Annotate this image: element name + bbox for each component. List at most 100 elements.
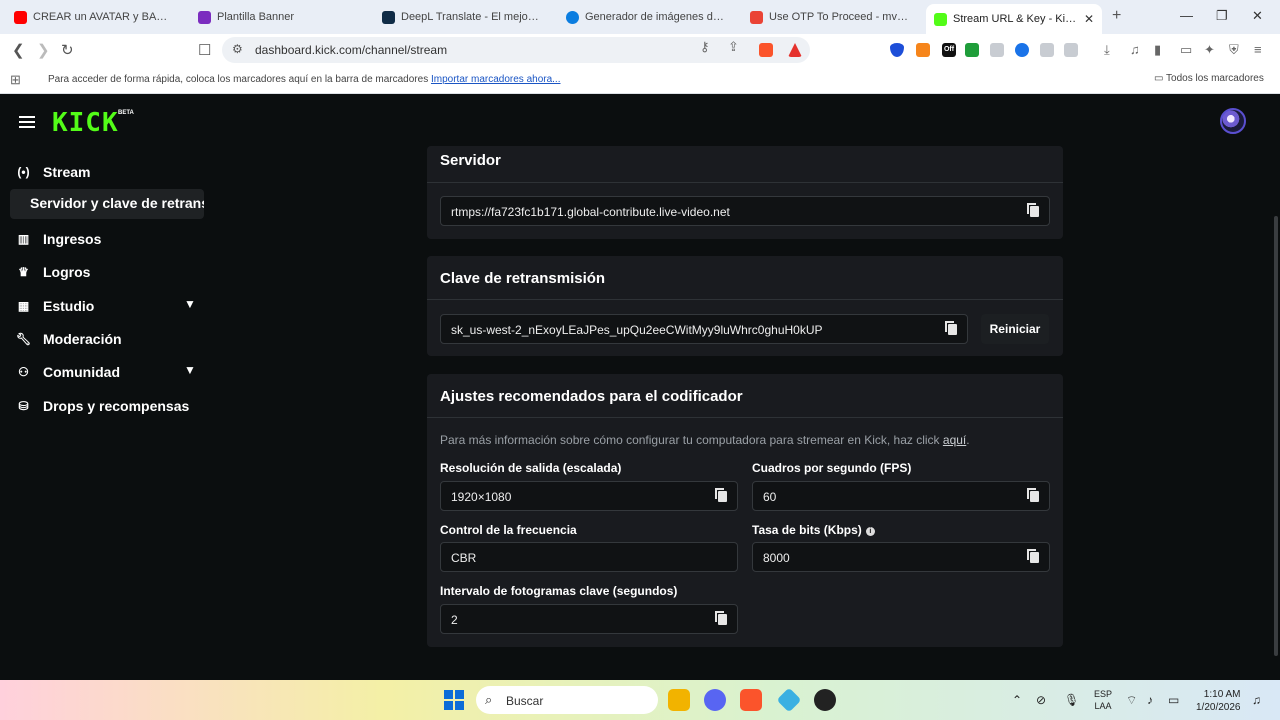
screenshot-icon[interactable] xyxy=(1064,43,1078,57)
kick-logo[interactable]: KICK xyxy=(52,108,119,138)
clock[interactable]: 1:10 AM 1/20/2026 xyxy=(1196,688,1241,714)
color-extension-icon[interactable] xyxy=(1015,43,1029,57)
youtube-icon xyxy=(14,10,27,24)
copy-icon[interactable] xyxy=(1027,488,1039,502)
tab-deepl[interactable]: DeepL Translate - El mejor tradu xyxy=(374,4,550,30)
drops-icon: ⛁ xyxy=(18,399,29,413)
menu-icon[interactable]: ≡ xyxy=(1254,42,1262,57)
extension-off-icon[interactable]: Off xyxy=(942,43,956,57)
fps-label: Cuadros por segundo (FPS) xyxy=(752,461,912,475)
beta-badge: BETA xyxy=(118,110,134,116)
chevron-up-icon[interactable]: ⌃ xyxy=(1012,693,1022,707)
forward-button[interactable]: ❯ xyxy=(37,41,50,59)
notification-bell-icon[interactable]: ♫ xyxy=(1252,693,1261,707)
kick-dashboard: KICK BETA (•) Stream Servidor y clave de… xyxy=(0,96,1280,680)
vpn-shield-icon[interactable] xyxy=(890,43,904,57)
language-indicator[interactable]: ESP LAA xyxy=(1094,688,1112,712)
reset-key-button[interactable]: Reiniciar xyxy=(981,314,1049,344)
tab-gmail[interactable]: Use OTP To Proceed - mvlazque xyxy=(742,4,918,30)
tab-bing[interactable]: Generador de imágenes de Bing xyxy=(558,4,734,30)
key-icon[interactable]: ⚷ xyxy=(700,39,710,55)
encoder-title: Ajustes recomendados para el codificador xyxy=(440,388,743,405)
share-icon[interactable]: ⇪ xyxy=(728,39,739,55)
wallet-icon[interactable]: ▭ xyxy=(1180,42,1192,58)
extension-icon[interactable] xyxy=(990,43,1004,57)
search-icon xyxy=(566,10,579,24)
community-icon: ⚇ xyxy=(18,365,29,379)
new-tab-button[interactable]: + xyxy=(1112,7,1121,25)
sidebar-item-comunidad[interactable]: ⚇ Comunidad ▼ xyxy=(16,359,196,385)
sidebar-item-logros[interactable]: ♛ Logros xyxy=(16,259,90,285)
puzzle-icon[interactable] xyxy=(1040,43,1054,57)
close-window-button[interactable]: ✕ xyxy=(1252,8,1263,24)
volume-icon[interactable]: ♪ xyxy=(1147,693,1153,707)
fps-field[interactable]: 60 xyxy=(752,481,1050,511)
back-button[interactable]: ❮ xyxy=(12,41,25,59)
sidebar-item-moderacion[interactable]: 🔧︎ Moderación xyxy=(16,326,122,352)
copy-icon[interactable] xyxy=(715,488,727,502)
media-icon[interactable]: ♫ xyxy=(1130,42,1140,57)
apps-grid-icon[interactable]: ⊞ xyxy=(10,72,21,88)
import-bookmarks-link[interactable]: Importar marcadores ahora... xyxy=(431,74,561,85)
minimize-button[interactable]: — xyxy=(1180,8,1193,23)
stream-key-field[interactable]: sk_us-west-2_nExoyLEaJPes_upQu2eeCWitMyy… xyxy=(440,314,968,344)
file-explorer-icon[interactable] xyxy=(668,689,690,711)
info-icon[interactable]: i xyxy=(865,527,875,536)
chevron-down-icon[interactable]: ▼ xyxy=(184,363,196,377)
rate-control-field[interactable]: CBR xyxy=(440,542,738,572)
metamask-icon[interactable] xyxy=(916,43,930,57)
stream-key-card: Clave de retransmisión sk_us-west-2_nExo… xyxy=(427,256,1063,356)
server-card: Servidor rtmps://fa723fc1b171.global-con… xyxy=(427,146,1063,239)
site-settings-icon[interactable]: ⚙ xyxy=(232,42,243,56)
battery-icon[interactable]: ▭ xyxy=(1168,693,1179,707)
sidebar-item-drops[interactable]: ⛁ Drops y recompensas xyxy=(16,393,189,419)
location-off-icon[interactable]: ⊘ xyxy=(1036,693,1046,707)
deepl-icon xyxy=(382,10,395,24)
leo-icon[interactable]: ✦ xyxy=(1204,42,1215,58)
wifi-icon[interactable]: ⌔ xyxy=(1126,693,1137,708)
keyframe-field[interactable]: 2 xyxy=(440,604,738,634)
bookmark-icon[interactable]: ☐ xyxy=(198,41,211,59)
tab-kick-active[interactable]: Stream URL & Key - Kick Da ✕ xyxy=(926,4,1102,34)
reload-icon[interactable]: ↻ xyxy=(61,41,74,59)
app-icon[interactable] xyxy=(776,687,802,713)
sidebar-item-estudio[interactable]: ▦ Estudio ▼ xyxy=(16,293,196,319)
copy-icon[interactable] xyxy=(945,321,957,335)
help-link[interactable]: aquí xyxy=(943,433,966,447)
taskbar-search[interactable]: ⌕ Buscar xyxy=(476,686,658,714)
tab-plantilla[interactable]: Plantilla Banner xyxy=(190,4,366,30)
close-tab-icon[interactable]: ✕ xyxy=(1084,12,1094,26)
sidebar-item-ingresos[interactable]: ▥ Ingresos xyxy=(16,226,102,252)
obs-icon[interactable] xyxy=(814,689,836,711)
divider xyxy=(427,182,1063,183)
server-title: Servidor xyxy=(440,152,501,169)
broadcast-icon: (•) xyxy=(17,165,30,179)
vpn-icon[interactable]: ⛨ xyxy=(1229,42,1239,58)
bitrate-label: Tasa de bits (Kbps) i xyxy=(752,523,875,537)
sidebar-item-stream[interactable]: (•) Stream xyxy=(16,159,90,185)
bitrate-field[interactable]: 8000 xyxy=(752,542,1050,572)
microphone-icon[interactable]: 🎙︎ xyxy=(1064,693,1079,707)
brave-shields-icon[interactable] xyxy=(759,43,773,57)
all-bookmarks-button[interactable]: ▭ Todos los marcadores xyxy=(1154,73,1264,84)
chevron-down-icon[interactable]: ▼ xyxy=(184,297,196,311)
copy-icon[interactable] xyxy=(1027,203,1039,217)
url-bar[interactable]: ⚙ dashboard.kick.com/channel/stream xyxy=(222,37,810,63)
hamburger-menu-icon[interactable] xyxy=(19,116,35,128)
copy-icon[interactable] xyxy=(1027,549,1039,563)
brave-icon[interactable] xyxy=(740,689,762,711)
green-extension-icon[interactable] xyxy=(965,43,979,57)
sidebar-item-server-key[interactable]: Servidor y clave de retransm xyxy=(10,189,204,219)
resolution-field[interactable]: 1920×1080 xyxy=(440,481,738,511)
maximize-button[interactable]: ❐ xyxy=(1216,8,1228,24)
server-url-field[interactable]: rtmps://fa723fc1b171.global-contribute.l… xyxy=(440,196,1050,226)
sidebar-icon[interactable]: ▮ xyxy=(1154,42,1161,58)
download-icon[interactable]: ⤓ xyxy=(1104,42,1110,58)
discord-icon[interactable] xyxy=(704,689,726,711)
scrollbar[interactable] xyxy=(1274,216,1278,656)
gmail-icon xyxy=(750,10,763,24)
tab-youtube[interactable]: CREAR un AVATAR y BANNER pa xyxy=(6,4,182,30)
windows-start-icon[interactable] xyxy=(444,690,464,710)
copy-icon[interactable] xyxy=(715,611,727,625)
avatar[interactable] xyxy=(1220,108,1246,134)
